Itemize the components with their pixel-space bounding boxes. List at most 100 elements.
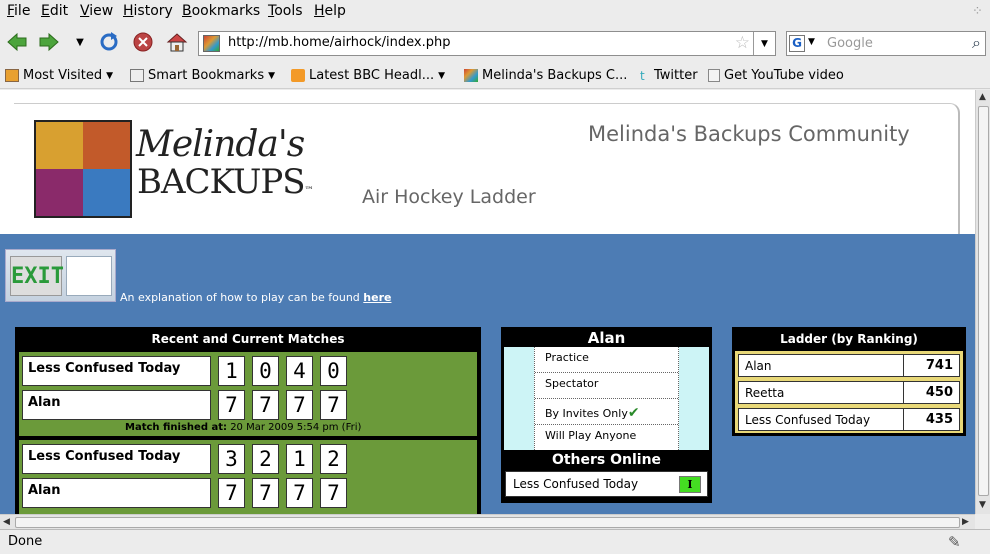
community-title: Melinda's Backups Community: [588, 122, 910, 146]
back-button[interactable]: [4, 29, 30, 55]
score-cell: 7: [320, 390, 347, 420]
match-player-2: Alan: [22, 390, 211, 420]
score-cell: 0: [320, 356, 347, 386]
scroll-down-icon[interactable]: ▼: [979, 500, 986, 510]
back-arrow-icon: [7, 32, 27, 52]
menu-help[interactable]: Help: [314, 3, 346, 19]
folder-icon: [5, 69, 19, 82]
twitter-icon: t: [640, 69, 645, 83]
score-cell: 7: [252, 478, 279, 508]
match-finished-time: Match finished at: 20 Mar 2009 5:54 pm (…: [125, 422, 362, 433]
option-by-invites-only[interactable]: By Invites Only✔: [535, 399, 678, 425]
scroll-up-icon[interactable]: ▲: [979, 92, 986, 102]
ladder-score: 741: [903, 355, 959, 376]
site-header: Melinda's BACKUPS™ Melinda's Backups Com…: [14, 103, 960, 243]
history-dropdown-button[interactable]: ▼: [67, 29, 93, 55]
others-online-title: Others Online: [551, 452, 662, 468]
checkmark-icon: ✔: [627, 405, 640, 421]
status-text: Done: [8, 534, 43, 549]
invite-icon[interactable]: I: [679, 476, 701, 493]
home-button[interactable]: [164, 29, 190, 55]
score-cell: 7: [320, 478, 347, 508]
option-practice[interactable]: Practice: [535, 347, 678, 373]
brand-main-text: BACKUPS™: [137, 162, 314, 202]
menu-file[interactable]: File: [7, 3, 30, 19]
ladder-player-name: Reetta: [745, 386, 785, 400]
menu-view[interactable]: View: [80, 3, 113, 19]
url-bar[interactable]: http://mb.home/airhock/index.php ☆ ▼: [198, 31, 776, 56]
bookmark-most-visited[interactable]: Most Visited ▼: [5, 68, 113, 83]
online-player-name: Less Confused Today: [513, 477, 639, 491]
bookmark-twitter[interactable]: t Twitter: [640, 68, 698, 83]
player-name: Alan: [587, 329, 626, 347]
horizontal-scroll-thumb[interactable]: [15, 517, 960, 528]
score-cell: 7: [286, 390, 313, 420]
bookmark-smart-bookmarks[interactable]: Smart Bookmarks ▼: [130, 68, 275, 83]
ladder-panel: Ladder (by Ranking) Alan 741 Reetta 450 …: [732, 327, 966, 436]
match-player-1: Less Confused Today: [22, 444, 211, 474]
scroll-right-icon[interactable]: ▶: [962, 517, 969, 527]
throbber-icon: ⁘: [972, 4, 983, 19]
ladder-row: Alan 741: [738, 354, 960, 377]
bookmark-bbc-headlines[interactable]: Latest BBC Headl... ▼: [291, 68, 445, 83]
url-dropdown-button[interactable]: ▼: [753, 32, 775, 55]
page-subtitle: Air Hockey Ladder: [362, 186, 536, 208]
bookmark-page-icon: [708, 69, 720, 82]
search-placeholder[interactable]: Google: [827, 36, 873, 51]
exit-sign-icon: EXIT: [10, 256, 64, 296]
page-content: Melinda's BACKUPS™ Melinda's Backups Com…: [0, 90, 975, 514]
bookmark-melindas-backups[interactable]: Melinda's Backups C...: [464, 68, 627, 83]
main-area: EXIT An explanation of how to play can b…: [0, 234, 975, 514]
score-cell: 1: [218, 356, 245, 386]
horizontal-scrollbar[interactable]: ◀ ▶: [0, 514, 975, 529]
ladder-row: Less Confused Today 435: [738, 408, 960, 431]
score-cell: 3: [218, 444, 245, 474]
engine-dropdown-icon[interactable]: ▼: [808, 37, 815, 47]
stop-button[interactable]: [130, 29, 156, 55]
brand-script-text: Melinda's: [136, 124, 305, 165]
google-engine-icon[interactable]: G: [789, 35, 805, 52]
menu-history[interactable]: History: [123, 3, 173, 19]
match-player-2: Alan: [22, 478, 211, 508]
player-status-panel: Alan Practice Spectator By Invites Only✔…: [501, 327, 712, 503]
help-text: An explanation of how to play can be fou…: [120, 291, 392, 304]
bookmarks-toolbar: Most Visited ▼ Smart Bookmarks ▼ Latest BB…: [0, 63, 990, 89]
ladder-title: Ladder (by Ranking): [780, 332, 918, 346]
chevron-down-icon: ▼: [268, 70, 276, 81]
ladder-score: 435: [903, 409, 959, 430]
option-will-play-anyone[interactable]: Will Play Anyone: [535, 425, 678, 451]
reload-icon: [100, 32, 118, 51]
menu-tools[interactable]: Tools: [268, 3, 303, 19]
vertical-scrollbar[interactable]: ▲ ▼: [975, 90, 990, 514]
score-cell: 7: [252, 390, 279, 420]
recent-matches-panel: Recent and Current Matches Less Confused…: [15, 327, 481, 514]
status-bar: Done ✎: [0, 529, 990, 554]
ladder-score: 450: [903, 382, 959, 403]
score-cell: 7: [218, 390, 245, 420]
menu-bookmarks[interactable]: Bookmarks: [182, 3, 260, 19]
bookmark-get-youtube-video[interactable]: Get YouTube video: [708, 68, 844, 83]
menu-edit[interactable]: Edit: [41, 3, 68, 19]
stop-icon: [133, 32, 153, 52]
reload-button[interactable]: [96, 29, 122, 55]
scroll-left-icon[interactable]: ◀: [3, 517, 10, 527]
score-cell: 2: [252, 444, 279, 474]
score-cell: 0: [252, 356, 279, 386]
option-spectator[interactable]: Spectator: [535, 373, 678, 399]
url-text[interactable]: http://mb.home/airhock/index.php: [228, 35, 451, 50]
addon-icon[interactable]: ✎: [948, 533, 961, 551]
score-cell: 7: [218, 478, 245, 508]
player-options: Practice Spectator By Invites Only✔ Will…: [504, 347, 709, 450]
vertical-scroll-thumb[interactable]: [978, 106, 989, 496]
help-link[interactable]: here: [363, 291, 391, 304]
exit-button[interactable]: EXIT: [5, 249, 116, 302]
rss-feed-icon: [291, 69, 305, 82]
forward-button[interactable]: [36, 29, 62, 55]
score-cell: 7: [286, 478, 313, 508]
site-logo[interactable]: [34, 120, 132, 218]
ladder-list: Alan 741 Reetta 450 Less Confused Today …: [735, 351, 963, 433]
bookmark-star-icon[interactable]: ☆: [735, 33, 750, 53]
search-magnifier-icon[interactable]: ⌕: [972, 33, 981, 53]
folder-icon: [130, 69, 144, 82]
search-bar[interactable]: G ▼ Google ⌕: [786, 31, 986, 56]
